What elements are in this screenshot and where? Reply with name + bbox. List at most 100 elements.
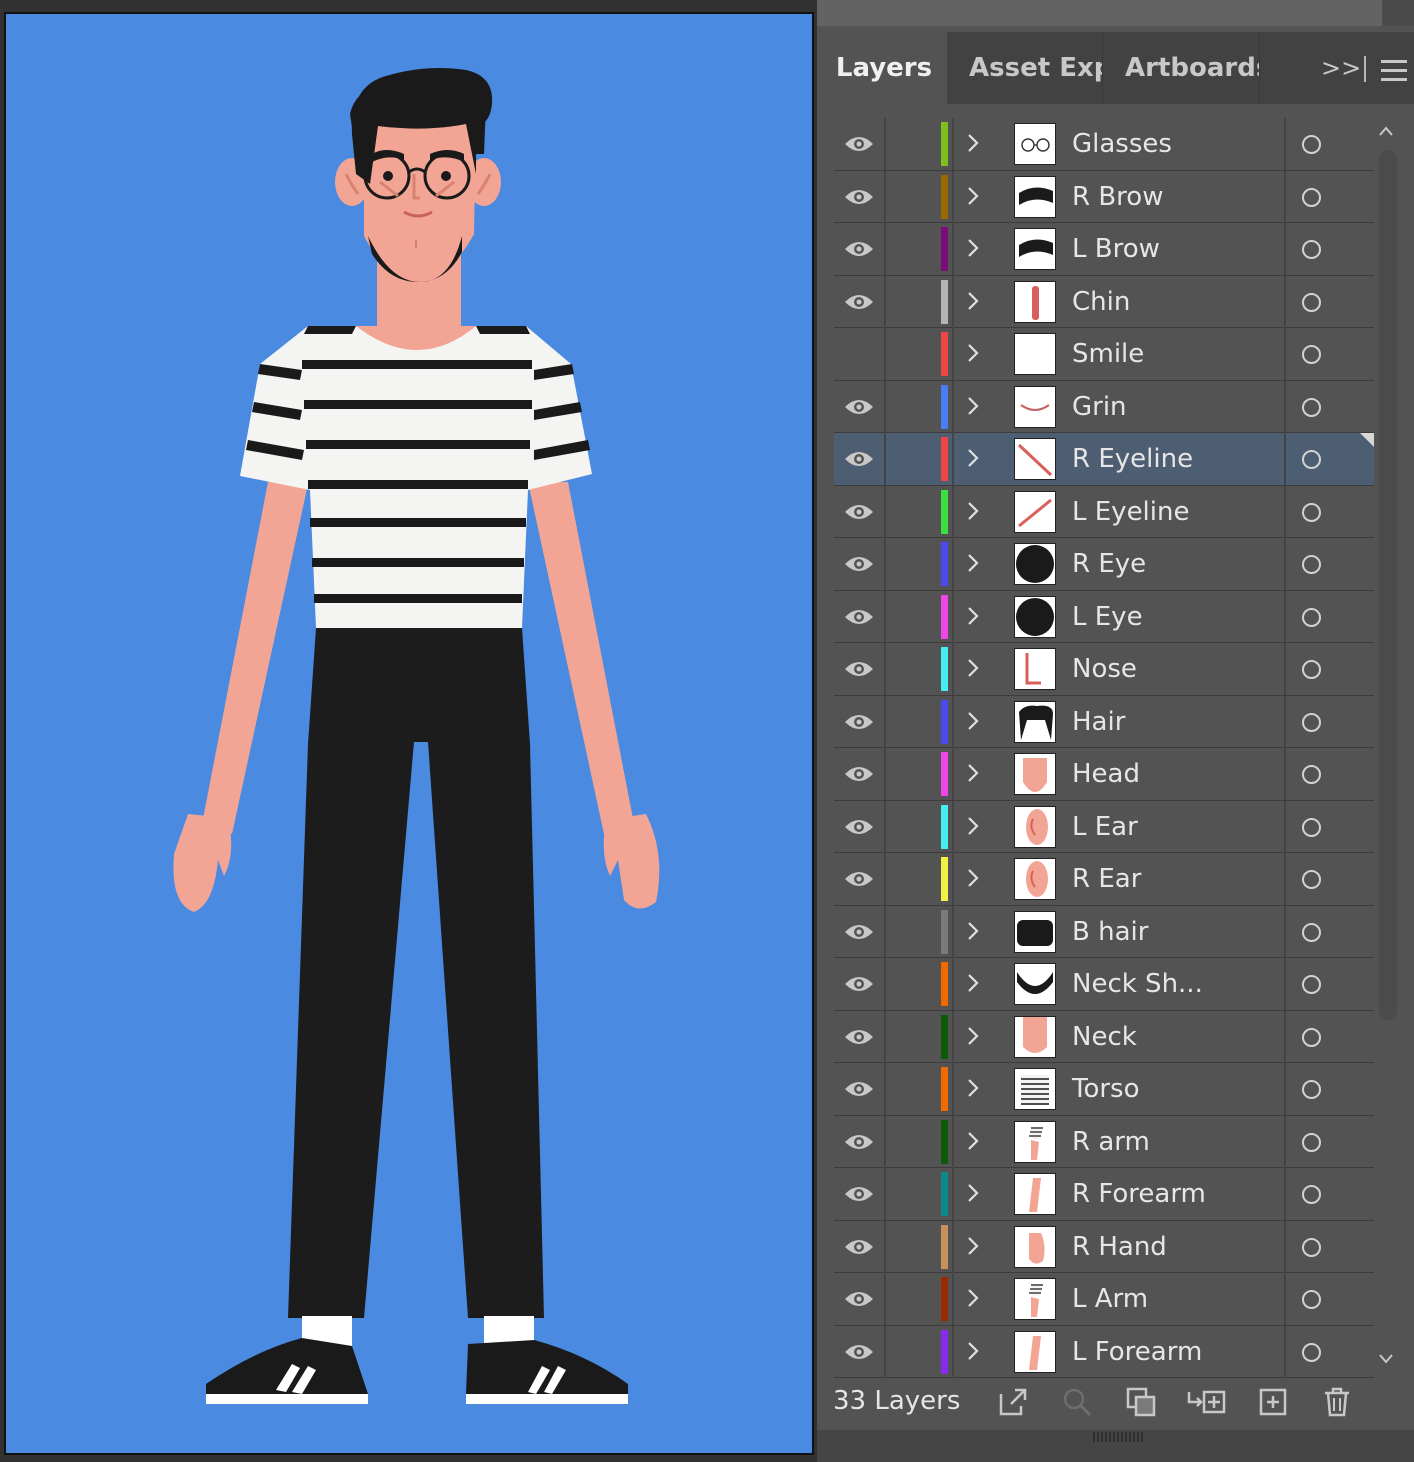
expand-chevron-icon[interactable] xyxy=(966,710,980,732)
visibility-eye-icon[interactable] xyxy=(844,659,874,679)
tab-asset-export[interactable]: Asset Expo xyxy=(951,32,1103,104)
visibility-eye-icon[interactable] xyxy=(844,554,874,574)
panel-menu-icon[interactable] xyxy=(1381,60,1407,87)
visibility-eye-icon[interactable] xyxy=(844,712,874,732)
layer-name[interactable]: B hair xyxy=(1072,906,1148,958)
visibility-eye-icon[interactable] xyxy=(844,1184,874,1204)
locate-object-icon[interactable] xyxy=(1061,1386,1093,1418)
layer-row[interactable]: R Eye xyxy=(834,538,1374,591)
expand-chevron-icon[interactable] xyxy=(966,657,980,679)
panel-resize-strip[interactable] xyxy=(817,1430,1414,1462)
target-circle-icon[interactable] xyxy=(1302,765,1321,784)
expand-chevron-icon[interactable] xyxy=(966,185,980,207)
layer-name[interactable]: Glasses xyxy=(1072,118,1172,170)
layer-row[interactable]: R arm xyxy=(834,1115,1374,1168)
layer-name[interactable]: R Ear xyxy=(1072,853,1141,905)
layer-row[interactable]: R Brow xyxy=(834,170,1374,223)
layer-name[interactable]: Neck Sh... xyxy=(1072,958,1203,1010)
expand-chevron-icon[interactable] xyxy=(966,815,980,837)
expand-chevron-icon[interactable] xyxy=(966,1077,980,1099)
layer-name[interactable]: R Brow xyxy=(1072,171,1163,223)
layer-row[interactable]: R Ear xyxy=(834,853,1374,906)
layer-row[interactable]: L Brow xyxy=(834,223,1374,276)
expand-chevron-icon[interactable] xyxy=(966,920,980,942)
scrollbar-thumb[interactable] xyxy=(1379,150,1397,1020)
layer-name[interactable]: Neck xyxy=(1072,1011,1137,1063)
layer-name[interactable]: L Arm xyxy=(1072,1273,1148,1325)
layer-row[interactable]: L Forearm xyxy=(834,1325,1374,1378)
target-circle-icon[interactable] xyxy=(1302,292,1321,312)
target-circle-icon[interactable] xyxy=(1302,240,1321,259)
expand-chevron-icon[interactable] xyxy=(966,342,980,364)
layer-row[interactable]: L Eyeline xyxy=(834,485,1374,538)
tab-artboards[interactable]: Artboards xyxy=(1105,32,1260,104)
layer-name[interactable]: R Forearm xyxy=(1072,1168,1206,1220)
layer-row[interactable]: L Eye xyxy=(834,590,1374,643)
layer-name[interactable]: L Eye xyxy=(1072,591,1143,643)
target-circle-icon[interactable] xyxy=(1302,1342,1321,1362)
layer-name[interactable]: R Hand xyxy=(1072,1221,1167,1273)
visibility-eye-icon[interactable] xyxy=(844,397,874,417)
expand-chevron-icon[interactable] xyxy=(966,237,980,259)
layer-name[interactable]: L Eyeline xyxy=(1072,486,1189,538)
layer-row[interactable]: Neck Sh... xyxy=(834,958,1374,1011)
visibility-eye-icon[interactable] xyxy=(844,1132,874,1152)
visibility-eye-icon[interactable] xyxy=(844,974,874,994)
visibility-eye-icon[interactable] xyxy=(844,1342,874,1362)
expand-chevron-icon[interactable] xyxy=(966,132,980,154)
layer-name[interactable]: Head xyxy=(1072,748,1140,800)
expand-chevron-icon[interactable] xyxy=(966,447,980,469)
export-icon[interactable] xyxy=(997,1386,1029,1418)
scroll-up-icon[interactable] xyxy=(1379,126,1393,136)
new-sublayer-icon[interactable] xyxy=(1187,1386,1227,1418)
layer-row[interactable]: B hair xyxy=(834,905,1374,958)
visibility-eye-icon[interactable] xyxy=(844,292,874,312)
target-circle-icon[interactable] xyxy=(1302,817,1321,837)
target-circle-icon[interactable] xyxy=(1302,870,1321,889)
target-circle-icon[interactable] xyxy=(1302,922,1321,942)
layer-row[interactable]: Grin xyxy=(834,380,1374,433)
expand-chevron-icon[interactable] xyxy=(966,972,980,994)
layer-row[interactable]: Nose xyxy=(834,643,1374,696)
layer-name[interactable]: Torso xyxy=(1072,1063,1140,1115)
layer-name[interactable]: Nose xyxy=(1072,643,1137,695)
target-circle-icon[interactable] xyxy=(1302,187,1321,207)
target-circle-icon[interactable] xyxy=(1302,660,1321,679)
layer-name[interactable]: R arm xyxy=(1072,1116,1150,1168)
layer-row[interactable]: Neck xyxy=(834,1010,1374,1063)
layer-row[interactable]: Glasses xyxy=(834,118,1374,171)
new-layer-icon[interactable] xyxy=(1257,1386,1289,1418)
layer-row[interactable]: R Hand xyxy=(834,1220,1374,1273)
expand-chevron-icon[interactable] xyxy=(966,1287,980,1309)
layer-row[interactable]: Torso xyxy=(834,1063,1374,1116)
visibility-eye-icon[interactable] xyxy=(844,502,874,522)
target-circle-icon[interactable] xyxy=(1302,135,1321,154)
layer-name[interactable]: R Eye xyxy=(1072,538,1146,590)
layer-row[interactable]: Head xyxy=(834,748,1374,801)
target-circle-icon[interactable] xyxy=(1302,1290,1321,1309)
target-circle-icon[interactable] xyxy=(1302,345,1321,364)
layer-row[interactable]: Smile xyxy=(834,328,1374,381)
target-circle-icon[interactable] xyxy=(1302,450,1321,469)
target-circle-icon[interactable] xyxy=(1302,397,1321,417)
layer-name[interactable]: R Eyeline xyxy=(1072,433,1193,485)
artboard-canvas[interactable] xyxy=(4,12,814,1455)
expand-chevron-icon[interactable] xyxy=(966,1025,980,1047)
target-circle-icon[interactable] xyxy=(1302,555,1321,574)
layer-name[interactable]: L Brow xyxy=(1072,223,1160,275)
visibility-eye-icon[interactable] xyxy=(844,764,874,784)
target-circle-icon[interactable] xyxy=(1302,1027,1321,1047)
visibility-eye-icon[interactable] xyxy=(844,817,874,837)
tab-layers[interactable]: Layers xyxy=(821,32,947,104)
expand-chevron-icon[interactable] xyxy=(966,290,980,312)
visibility-eye-icon[interactable] xyxy=(844,922,874,942)
expand-chevron-icon[interactable] xyxy=(966,1130,980,1152)
visibility-toggle[interactable] xyxy=(844,344,874,364)
expand-chevron-icon[interactable] xyxy=(966,1340,980,1362)
layers-scrollbar[interactable] xyxy=(1377,118,1397,1380)
visibility-eye-icon[interactable] xyxy=(844,449,874,469)
expand-chevron-icon[interactable] xyxy=(966,1182,980,1204)
scroll-down-icon[interactable] xyxy=(1379,1354,1393,1364)
target-circle-icon[interactable] xyxy=(1302,1237,1321,1257)
layer-row[interactable]: L Ear xyxy=(834,800,1374,853)
